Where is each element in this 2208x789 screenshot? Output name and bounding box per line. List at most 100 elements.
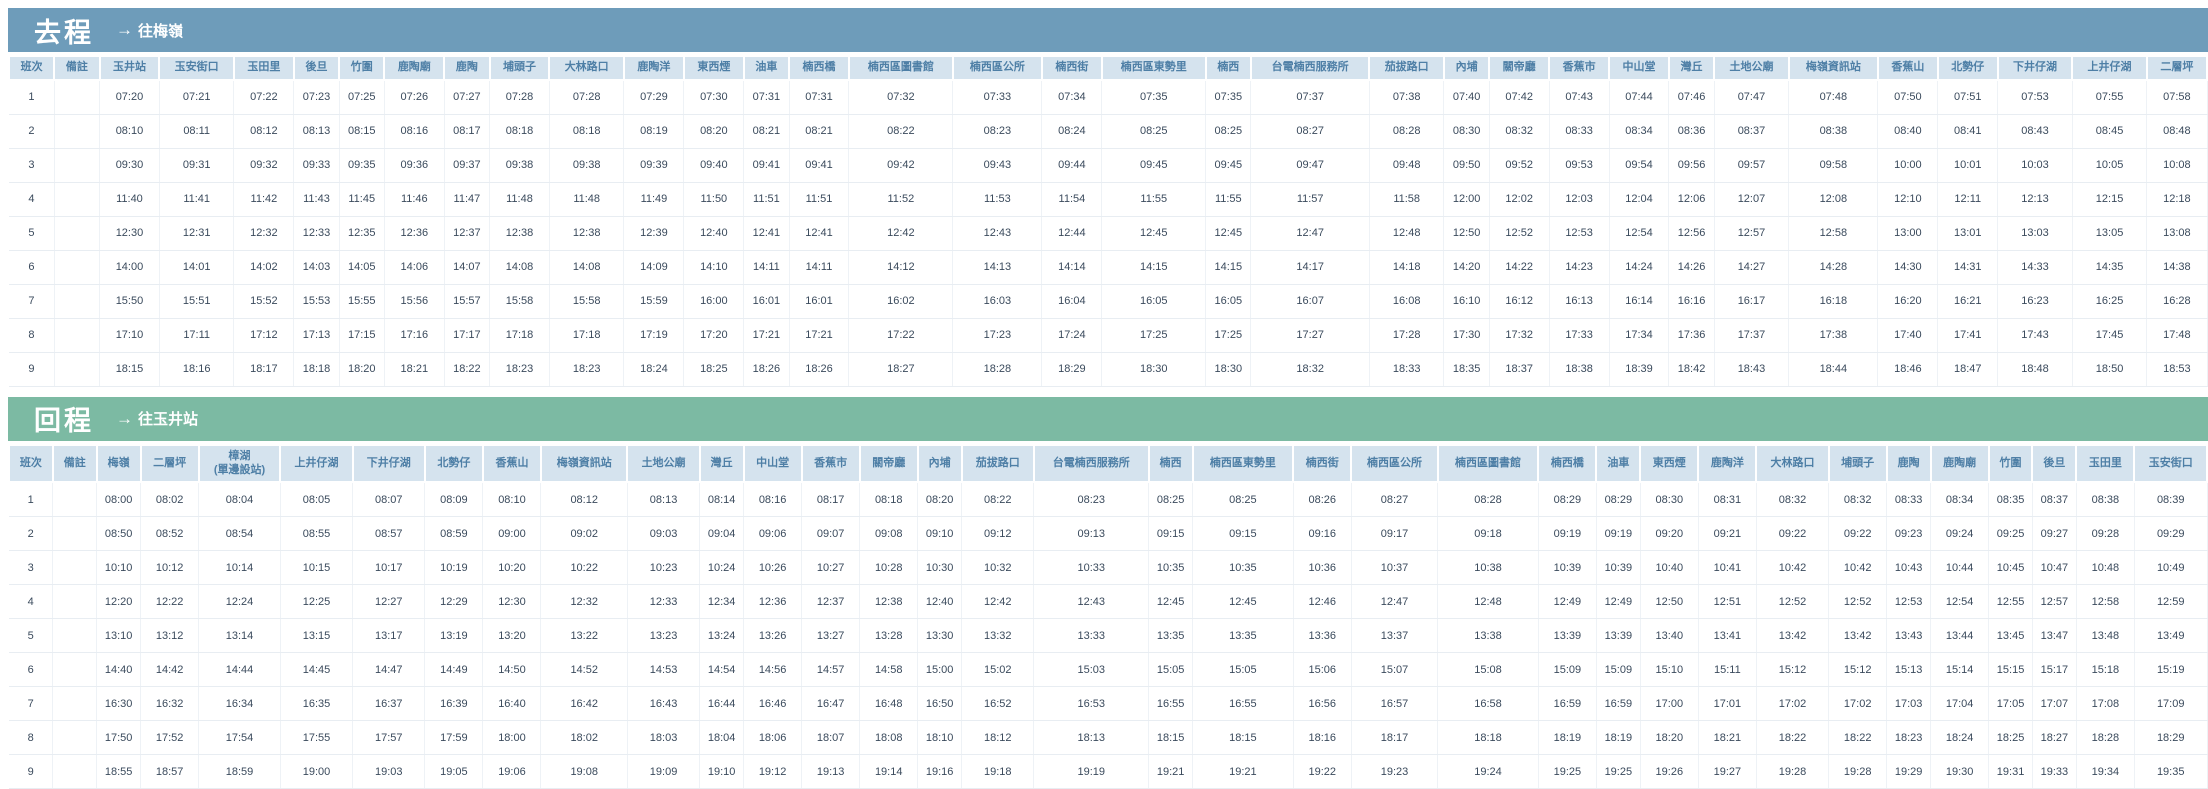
- time-cell: 18:44: [1789, 352, 1878, 386]
- time-cell: 19:35: [2134, 755, 2207, 789]
- time-cell: 16:00: [684, 284, 744, 318]
- time-cell: 16:52: [962, 687, 1034, 721]
- time-cell: 17:02: [1756, 687, 1828, 721]
- time-cell: 07:37: [1251, 80, 1369, 115]
- time-cell: 14:01: [159, 250, 234, 284]
- time-cell: 18:39: [1609, 352, 1669, 386]
- time-cell: 12:45: [1102, 216, 1206, 250]
- time-cell: 17:41: [1938, 318, 1998, 352]
- time-cell: 08:31: [1698, 482, 1756, 517]
- time-cell: 09:25: [1989, 517, 2033, 551]
- time-cell: 15:55: [339, 284, 384, 318]
- time-cell: 13:24: [700, 619, 744, 653]
- time-cell: 12:48: [1438, 585, 1539, 619]
- time-cell: 09:23: [1887, 517, 1931, 551]
- time-cell: 11:45: [339, 182, 384, 216]
- time-cell: 08:11: [159, 114, 234, 148]
- station-header: 玉安街口: [2134, 445, 2207, 483]
- time-cell: 07:28: [490, 80, 550, 115]
- time-cell: 09:54: [1609, 148, 1669, 182]
- time-cell: 12:37: [444, 216, 489, 250]
- time-cell: 08:55: [280, 517, 352, 551]
- time-cell: 18:35: [1444, 352, 1489, 386]
- time-cell: 19:12: [744, 755, 802, 789]
- time-cell: 10:37: [1351, 551, 1437, 585]
- time-cell: 18:27: [2032, 721, 2076, 755]
- trip-number-cell: 1: [9, 482, 53, 517]
- time-cell: 13:42: [1756, 619, 1828, 653]
- time-cell: 11:50: [684, 182, 744, 216]
- time-cell: 15:14: [1931, 653, 1989, 687]
- time-cell: 10:26: [744, 551, 802, 585]
- time-cell: 13:23: [627, 619, 699, 653]
- time-cell: 09:21: [1698, 517, 1756, 551]
- time-cell: 09:50: [1444, 148, 1489, 182]
- time-cell: 14:45: [280, 653, 352, 687]
- time-cell: 19:14: [860, 755, 918, 789]
- time-cell: 19:00: [280, 755, 352, 789]
- time-cell: 10:27: [802, 551, 860, 585]
- time-cell: 08:28: [1438, 482, 1539, 517]
- time-cell: 15:12: [1829, 653, 1887, 687]
- station-header: 竹圍: [339, 56, 384, 80]
- time-cell: 17:36: [1669, 318, 1714, 352]
- time-cell: 08:05: [280, 482, 352, 517]
- time-cell: 11:55: [1102, 182, 1206, 216]
- time-cell: 18:23: [490, 352, 550, 386]
- time-cell: 15:50: [100, 284, 160, 318]
- time-cell: 14:07: [444, 250, 489, 284]
- time-cell: 16:56: [1293, 687, 1351, 721]
- table-row: 817:5017:5217:5417:5517:5717:5918:0018:0…: [9, 721, 2207, 755]
- time-cell: 13:33: [1034, 619, 1149, 653]
- time-cell: 10:08: [2147, 148, 2207, 182]
- time-cell: 17:21: [789, 318, 849, 352]
- time-cell: 08:09: [425, 482, 483, 517]
- time-cell: 10:42: [1756, 551, 1828, 585]
- time-cell: 10:48: [2076, 551, 2134, 585]
- time-cell: 13:49: [2134, 619, 2207, 653]
- time-cell: 16:34: [199, 687, 281, 721]
- time-cell: 09:43: [953, 148, 1042, 182]
- time-cell: 08:21: [744, 114, 789, 148]
- time-cell: 18:30: [1102, 352, 1206, 386]
- time-cell: 08:36: [1669, 114, 1714, 148]
- time-cell: 07:51: [1938, 80, 1998, 115]
- time-cell: 09:52: [1489, 148, 1549, 182]
- note-cell: [54, 352, 99, 386]
- time-cell: 12:50: [1640, 585, 1698, 619]
- time-cell: 09:40: [684, 148, 744, 182]
- outbound-table-head: 班次備註玉井站玉安街口玉田里後旦竹圍鹿陶廟鹿陶埔頭子大林路口鹿陶洋東西煙油車楠西…: [9, 56, 2207, 80]
- time-cell: 14:14: [1042, 250, 1102, 284]
- time-cell: 09:24: [1931, 517, 1989, 551]
- time-cell: 18:22: [1829, 721, 1887, 755]
- station-header: 香蕉市: [1549, 56, 1609, 80]
- time-cell: 12:40: [918, 585, 962, 619]
- time-cell: 13:12: [141, 619, 199, 653]
- trip-number-cell: 6: [9, 250, 54, 284]
- time-cell: 16:07: [1251, 284, 1369, 318]
- time-cell: 16:05: [1206, 284, 1251, 318]
- note-cell: [54, 250, 99, 284]
- time-cell: 11:53: [953, 182, 1042, 216]
- time-cell: 13:44: [1931, 619, 1989, 653]
- table-row: 411:4011:4111:4211:4311:4511:4611:4711:4…: [9, 182, 2207, 216]
- time-cell: 18:26: [789, 352, 849, 386]
- time-cell: 15:58: [549, 284, 624, 318]
- time-cell: 07:35: [1206, 80, 1251, 115]
- time-cell: 18:59: [199, 755, 281, 789]
- note-cell: [53, 517, 97, 551]
- station-header: 土地公廟: [1714, 56, 1789, 80]
- outbound-header-band: 去程 → 往梅嶺: [8, 8, 2208, 52]
- note-cell: [54, 80, 99, 115]
- table-row: 107:2007:2107:2207:2307:2507:2607:2707:2…: [9, 80, 2207, 115]
- note-cell: [53, 653, 97, 687]
- time-cell: 07:26: [384, 80, 444, 115]
- time-cell: 16:40: [483, 687, 541, 721]
- time-cell: 12:41: [744, 216, 789, 250]
- table-row: 513:1013:1213:1413:1513:1713:1913:2013:2…: [9, 619, 2207, 653]
- time-cell: 09:31: [159, 148, 234, 182]
- time-cell: 14:12: [849, 250, 953, 284]
- time-cell: 12:39: [624, 216, 684, 250]
- time-cell: 14:58: [860, 653, 918, 687]
- time-cell: 09:19: [1596, 517, 1640, 551]
